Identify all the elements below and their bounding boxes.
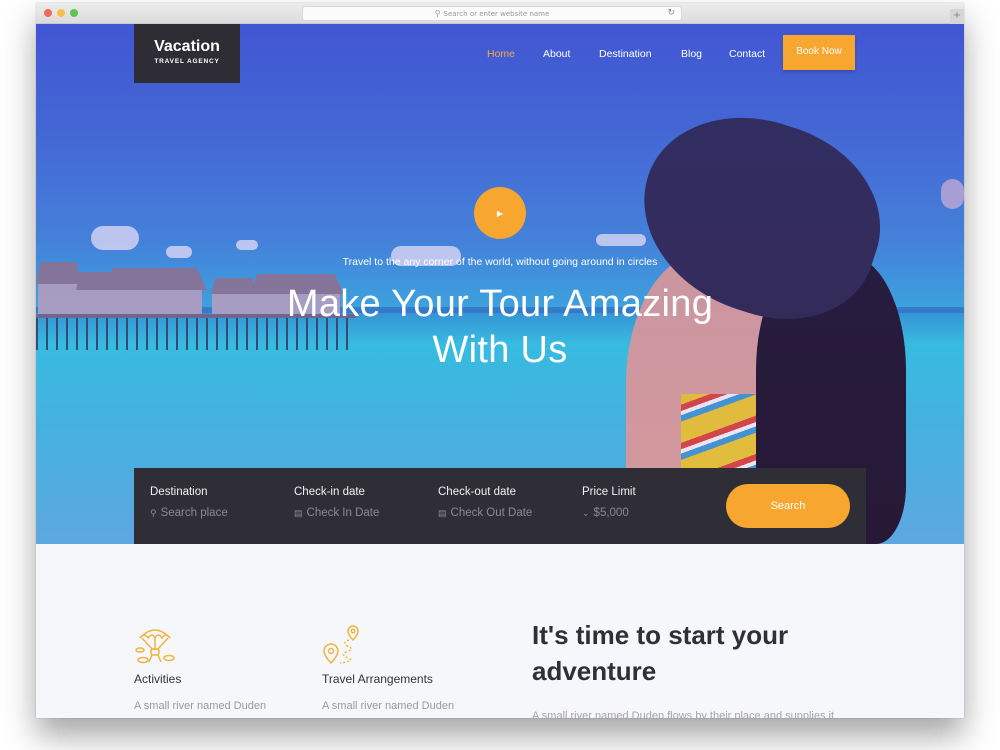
search-icon: ⚲	[434, 9, 441, 18]
browser-window: ⚲ Search or enter website name ↻ + Vacat…	[36, 3, 964, 718]
adventure-heading-line-1: It's time to start your	[532, 620, 789, 650]
browser-titlebar: ⚲ Search or enter website name ↻ +	[36, 3, 964, 24]
price-limit-select[interactable]: $5,000	[594, 507, 629, 519]
adventure-heading-line-2: adventure	[532, 656, 657, 686]
nav-blog[interactable]: Blog	[681, 48, 702, 60]
calendar-icon: ▤	[438, 508, 447, 518]
checkout-field[interactable]: Check-out date ▤ Check Out Date	[438, 486, 532, 519]
calendar-icon: ▤	[294, 508, 303, 518]
chevron-down-icon: ⌄	[582, 508, 590, 518]
search-button[interactable]: Search	[726, 484, 850, 528]
address-placeholder: Search or enter website name	[443, 10, 550, 18]
search-icon: ⚲	[150, 508, 157, 518]
price-limit-field[interactable]: Price Limit ⌄ $5,000	[582, 486, 636, 519]
feature-description: A small river named Duden	[134, 700, 267, 712]
adventure-heading: It's time to start your adventure	[532, 617, 852, 689]
headline-line-1: Make Your Tour Amazing	[286, 283, 714, 325]
hero-headline: Make Your Tour Amazing With Us	[36, 281, 964, 373]
close-window-button[interactable]	[44, 9, 52, 17]
logo-name: Vacation	[154, 38, 220, 55]
logo-tagline: TRAVEL AGENCY	[154, 58, 220, 65]
checkin-field[interactable]: Check-in date ▤ Check In Date	[294, 486, 379, 519]
search-panel: Destination ⚲ Search place Check-in date …	[134, 468, 866, 544]
nav-contact[interactable]: Contact	[729, 48, 765, 60]
destination-label: Destination	[150, 486, 208, 498]
feature-description: A small river named Duden	[322, 700, 455, 712]
headline-line-2: With Us	[432, 329, 568, 371]
nav-about[interactable]: About	[543, 48, 570, 60]
parachute-icon	[135, 629, 175, 664]
minimize-window-button[interactable]	[57, 9, 65, 17]
route-map-icon	[323, 625, 359, 665]
destination-field[interactable]: Destination ⚲ Search place	[150, 486, 228, 519]
site-logo[interactable]: Vacation TRAVEL AGENCY	[134, 24, 240, 83]
nav-destination[interactable]: Destination	[599, 48, 652, 60]
checkin-label: Check-in date	[294, 486, 365, 498]
play-video-button[interactable]: ▶	[474, 187, 526, 239]
play-icon: ▶	[496, 208, 504, 218]
nav-home[interactable]: Home	[487, 48, 515, 60]
hero-tagline: Travel to the any corner of the world, w…	[342, 256, 658, 268]
checkout-input[interactable]: Check Out Date	[451, 507, 533, 519]
destination-input[interactable]: Search place	[161, 507, 228, 519]
feature-title: Travel Arrangements	[322, 672, 433, 686]
maximize-window-button[interactable]	[70, 9, 78, 17]
feature-title: Activities	[134, 672, 182, 686]
features-section: Activities A small river named Duden Tra…	[36, 544, 964, 718]
adventure-description: A small river named Duden flows by their…	[532, 710, 835, 718]
hero-section: Vacation TRAVEL AGENCY Home About Destin…	[36, 24, 964, 544]
new-tab-button[interactable]: +	[950, 9, 964, 24]
checkout-label: Check-out date	[438, 486, 516, 498]
reload-icon[interactable]: ↻	[667, 7, 675, 20]
checkin-input[interactable]: Check In Date	[307, 507, 380, 519]
book-now-button[interactable]: Book Now	[783, 35, 855, 70]
address-bar[interactable]: ⚲ Search or enter website name ↻	[302, 6, 682, 21]
price-limit-label: Price Limit	[582, 486, 636, 498]
